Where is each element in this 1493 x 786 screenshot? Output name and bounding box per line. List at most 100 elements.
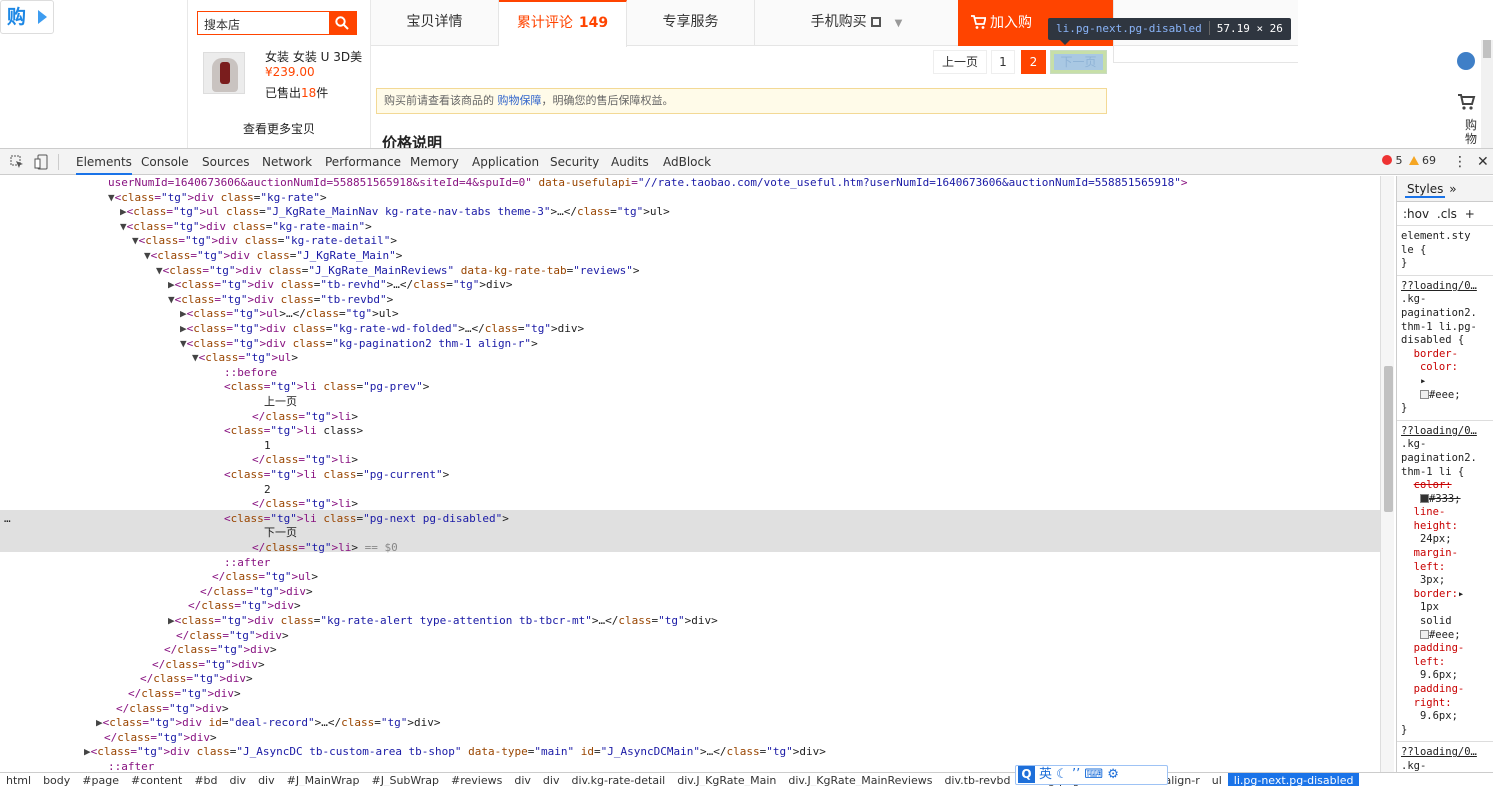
page-scrollbar[interactable] — [1481, 40, 1493, 148]
breadcrumb-item[interactable]: div.tb-revbd — [938, 773, 1016, 786]
devtools-tab-memory[interactable]: Memory — [410, 149, 459, 175]
more-tabs-icon[interactable]: » — [1449, 182, 1456, 196]
device-toolbar-icon[interactable] — [34, 154, 48, 170]
product-title[interactable]: 女装 女装 U 3D美 — [265, 48, 362, 65]
breadcrumb-item[interactable]: body — [37, 773, 76, 786]
dom-node-selected[interactable]: </class="tg">li> == $0 — [0, 541, 1380, 556]
dom-node-line[interactable]: 1 — [0, 439, 1380, 454]
devtools-tab-application[interactable]: Application — [472, 149, 539, 175]
bird-icon[interactable] — [1457, 52, 1475, 70]
dom-node-selected[interactable]: <class="tg">li class="pg-next pg-disable… — [0, 512, 1380, 527]
dom-node-line[interactable]: ▼<class="tg">div class="J_KgRate_MainRev… — [0, 264, 1380, 279]
new-rule-button[interactable]: + — [1465, 207, 1475, 221]
style-rule-element[interactable]: element.sty le { } — [1397, 226, 1493, 276]
tab-exclusive-service[interactable]: 专享服务 — [627, 0, 755, 46]
dom-node-line[interactable]: </class="tg">div> — [0, 599, 1380, 614]
dom-node-line[interactable]: ▶<class="tg">ul class="J_KgRate_MainNav … — [0, 205, 1380, 220]
breadcrumb-item[interactable]: #J_MainWrap — [281, 773, 366, 786]
hov-toggle[interactable]: :hov — [1403, 207, 1429, 221]
dom-node-line[interactable]: </class="tg">div> — [0, 702, 1380, 717]
dom-node-line[interactable]: ▼<class="tg">div class="kg-rate-detail"> — [0, 234, 1380, 249]
breadcrumb-item[interactable]: #content — [125, 773, 188, 786]
more-options-icon[interactable]: ⋮ — [1453, 149, 1467, 175]
breadcrumb-item[interactable]: div — [252, 773, 281, 786]
inspect-element-icon[interactable] — [10, 155, 24, 169]
see-more-link[interactable]: 查看更多宝贝 — [243, 120, 315, 137]
tab-mobile-buy[interactable]: 手机购买 ▼ — [755, 0, 958, 46]
devtools-tab-sources[interactable]: Sources — [202, 149, 249, 175]
breadcrumb-item[interactable]: div — [224, 773, 253, 786]
dom-node-line[interactable]: <class="tg">li class="pg-prev"> — [0, 380, 1380, 395]
styles-tab[interactable]: Styles — [1405, 182, 1446, 198]
breadcrumb-item[interactable]: div — [508, 773, 537, 786]
dom-node-line[interactable]: ▶<class="tg">ul>…</class="tg">ul> — [0, 307, 1380, 322]
cart-label[interactable]: 购物 — [1465, 118, 1479, 146]
dom-node-line[interactable]: </class="tg">div> — [0, 731, 1380, 746]
tab-reviews[interactable]: 累计评论 149 — [499, 0, 627, 47]
error-warning-counter[interactable]: 5 69 — [1382, 154, 1436, 167]
dom-node-line[interactable]: userNumId=1640673606&auctionNumId=558851… — [0, 176, 1380, 191]
search-button[interactable] — [329, 11, 357, 35]
style-rule-partial[interactable]: ??loading/0… .kg- — [1397, 742, 1493, 772]
dom-node-line[interactable]: 2 — [0, 483, 1380, 498]
dom-node-line[interactable]: </class="tg">div> — [0, 672, 1380, 687]
breadcrumb-item[interactable]: div.J_KgRate_MainReviews — [782, 773, 938, 786]
dom-node-line[interactable]: ▼<class="tg">div class="kg-rate"> — [0, 191, 1380, 206]
dom-node-line[interactable]: </class="tg">ul> — [0, 570, 1380, 585]
style-rule-pagination-li[interactable]: ??loading/0… .kg- pagination2. thm-1 li … — [1397, 421, 1493, 743]
dom-node-line[interactable]: ▼<class="tg">div class="kg-rate-main"> — [0, 220, 1380, 235]
tab-item-details[interactable]: 宝贝详情 — [371, 0, 499, 46]
dom-node-line[interactable]: </class="tg">div> — [0, 643, 1380, 658]
dom-tree-scrollbar[interactable] — [1380, 176, 1394, 772]
dom-node-line[interactable]: 上一页 — [0, 395, 1380, 410]
style-rule-pg-disabled[interactable]: ??loading/0… .kg- pagination2. thm-1 li.… — [1397, 276, 1493, 421]
close-icon[interactable]: ✕ — [1477, 149, 1489, 175]
dom-node-line[interactable]: ▶<class="tg">div id="deal-record">…</cla… — [0, 716, 1380, 731]
ime-toolbar[interactable]: Q英 ☾ ’’ ⌨ ⚙ — [1015, 765, 1168, 785]
dom-node-line[interactable]: <class="tg">li class="pg-current"> — [0, 468, 1380, 483]
breadcrumb-item[interactable]: #bd — [188, 773, 223, 786]
breadcrumb-item[interactable]: div.J_KgRate_Main — [671, 773, 782, 786]
devtools-tab-adblock[interactable]: AdBlock — [663, 149, 711, 175]
dom-node-line[interactable]: </class="tg">div> — [0, 585, 1380, 600]
product-thumbnail[interactable] — [203, 52, 245, 94]
dom-node-line[interactable]: </class="tg">div> — [0, 629, 1380, 644]
dom-node-line[interactable]: ▶<class="tg">div class="tb-revhd">…</cla… — [0, 278, 1380, 293]
elements-dom-tree[interactable]: userNumId=1640673606&auctionNumId=558851… — [0, 176, 1380, 772]
breadcrumb-item[interactable]: div — [537, 773, 566, 786]
dom-node-line[interactable]: ::before — [0, 366, 1380, 381]
breadcrumb-item[interactable]: #J_SubWrap — [366, 773, 446, 786]
dom-node-line[interactable]: ::after — [0, 556, 1380, 571]
dom-node-line[interactable]: ▼<class="tg">ul> — [0, 351, 1380, 366]
devtools-tab-console[interactable]: Console — [141, 149, 189, 175]
dom-node-line[interactable]: ▶<class="tg">div class="J_AsyncDC tb-cus… — [0, 745, 1380, 760]
breadcrumb-item[interactable]: li.pg-next.pg-disabled — [1227, 773, 1360, 786]
pg-page-1[interactable]: 1 — [991, 50, 1015, 74]
devtools-tab-audits[interactable]: Audits — [611, 149, 649, 175]
pg-prev-button[interactable]: 上一页 — [933, 50, 987, 74]
devtools-tab-security[interactable]: Security — [550, 149, 599, 175]
dom-node-line[interactable]: ▼<class="tg">div class="tb-revbd"> — [0, 293, 1380, 308]
dom-node-line[interactable]: </class="tg">div> — [0, 658, 1380, 673]
breadcrumb-item[interactable]: #reviews — [445, 773, 508, 786]
dom-node-line[interactable]: </class="tg">li> — [0, 410, 1380, 425]
dom-node-line[interactable]: </class="tg">div> — [0, 687, 1380, 702]
dom-node-selected[interactable]: 下一页 — [0, 526, 1380, 541]
devtools-tab-elements[interactable]: Elements — [76, 149, 132, 175]
dom-node-line[interactable]: <class="tg">li class> — [0, 424, 1380, 439]
devtools-tab-network[interactable]: Network — [262, 149, 312, 175]
shopping-assistant-widget[interactable]: 购 — [0, 0, 54, 34]
play-icon[interactable] — [38, 10, 47, 24]
protection-link[interactable]: 购物保障 — [498, 94, 542, 107]
breadcrumb-item[interactable]: div.kg-rate-detail — [565, 773, 671, 786]
dom-node-line[interactable]: ▼<class="tg">div class="J_KgRate_Main"> — [0, 249, 1380, 264]
breadcrumb-item[interactable]: ul — [1206, 773, 1228, 786]
dom-node-line[interactable]: ▶<class="tg">div class="kg-rate-wd-folde… — [0, 322, 1380, 337]
shop-search-input[interactable]: 搜本店 — [197, 11, 357, 35]
dom-node-line[interactable]: ::after — [0, 760, 1380, 772]
breadcrumb-item[interactable]: html — [0, 773, 37, 786]
node-actions-ellipsis[interactable]: … — [0, 512, 20, 527]
dom-node-line[interactable]: ▼<class="tg">div class="kg-pagination2 t… — [0, 337, 1380, 352]
devtools-tab-performance[interactable]: Performance — [325, 149, 401, 175]
breadcrumb-item[interactable]: #page — [76, 773, 125, 786]
